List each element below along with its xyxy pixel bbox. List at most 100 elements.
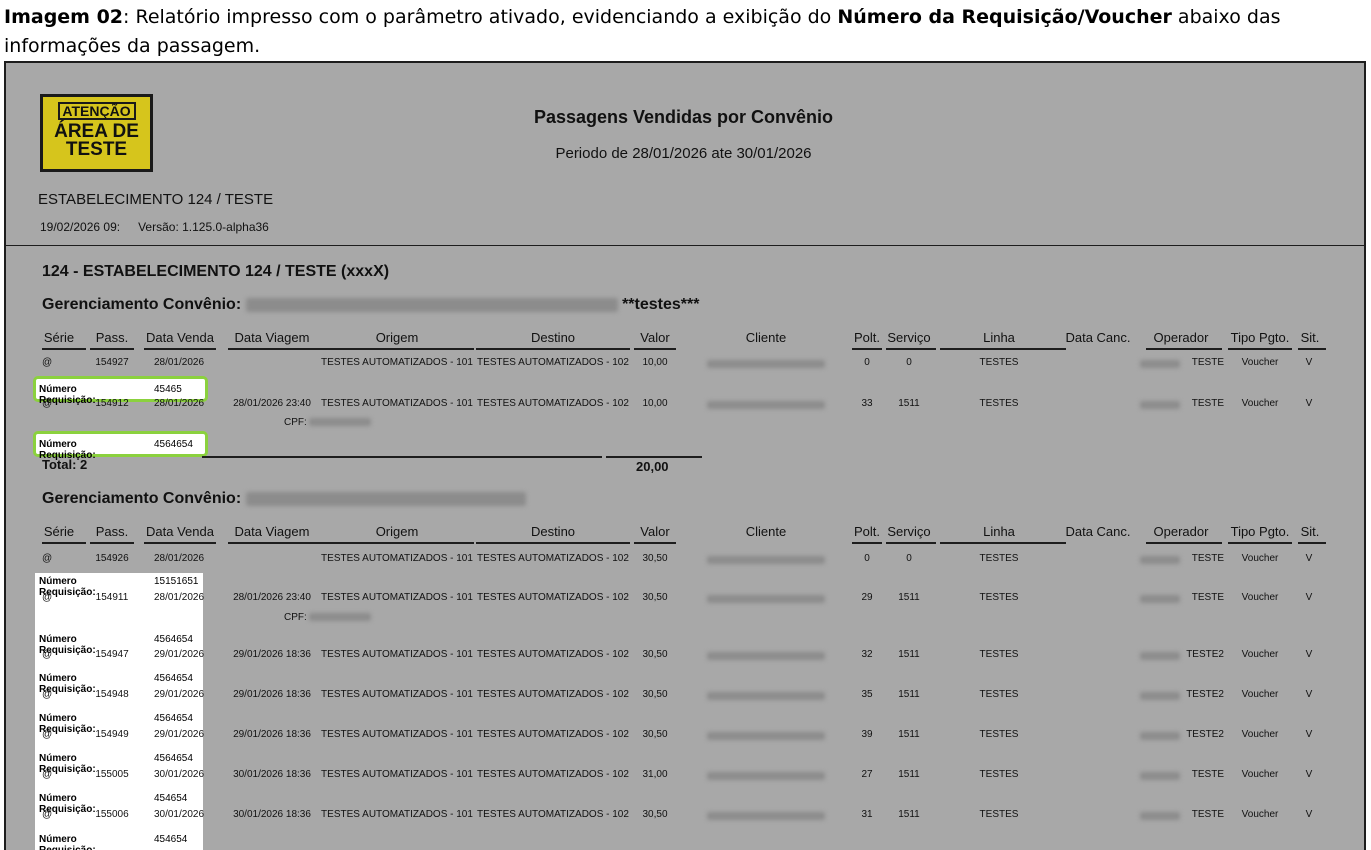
- cell-polt: 39: [861, 729, 873, 740]
- cell-serie: @: [42, 689, 53, 700]
- cell-serie: @: [42, 357, 53, 368]
- cell-data-venda: 29/01/2026: [153, 649, 205, 660]
- cell-data-venda: 28/01/2026: [153, 398, 205, 409]
- cell-tipo: Voucher: [1241, 553, 1279, 564]
- operator-name-redacted: [1140, 401, 1180, 409]
- column-header-valor: Valor: [640, 330, 670, 345]
- column-header-data-canc: Data Canc.: [1065, 524, 1131, 539]
- operator-name-redacted: [1140, 595, 1180, 603]
- header-rule: [42, 542, 86, 544]
- operator-name-redacted: [1140, 692, 1180, 700]
- cell-serie: @: [42, 729, 53, 740]
- table-row: @154911 28/01/2026 28/01/2026 23:40 TESTES …: [6, 592, 1364, 606]
- operator-name-redacted: [1140, 812, 1180, 820]
- cell-servico: 1511: [898, 592, 920, 603]
- cell-cliente-redacted: [696, 651, 836, 662]
- cell-valor: 10,00: [642, 398, 668, 409]
- convenio-name-redacted: [245, 297, 618, 312]
- column-header-cliente: Cliente: [745, 330, 787, 345]
- cell-data-viagem: 29/01/2026 18:36: [233, 729, 311, 740]
- header-rule: [940, 348, 1066, 350]
- header-rule: [144, 348, 216, 350]
- convenio-group-heading: Gerenciamento Convênio: **testes***: [42, 296, 699, 314]
- column-header-origem: Origem: [375, 330, 419, 345]
- cell-servico: 0: [906, 357, 912, 368]
- client-name-redacted: [707, 812, 825, 821]
- column-header-cliente: Cliente: [745, 524, 787, 539]
- column-header-data-venda: Data Venda: [146, 330, 214, 345]
- cell-sit: V: [1305, 689, 1313, 700]
- client-name-redacted: [707, 401, 825, 410]
- cell-linha: TESTES: [979, 809, 1019, 820]
- header-rule: [634, 348, 676, 350]
- cpf-label: CPF:: [284, 417, 307, 428]
- table-header: Série Pass. Data Venda Data Viagem Origem Des…: [6, 330, 1364, 350]
- cell-data-viagem: 30/01/2026 18:36: [233, 809, 311, 820]
- company-heading: 124 - ESTABELECIMENTO 124 / TESTE (xxxX): [42, 263, 390, 280]
- cell-data-viagem: 29/01/2026 18:36: [233, 649, 311, 660]
- cell-cliente-redacted: [696, 400, 836, 411]
- cell-valor: 10,00: [642, 357, 668, 368]
- table-row: @155006 30/01/2026 30/01/2026 18:36 TESTES …: [6, 809, 1364, 823]
- column-header-linha: Linha: [983, 524, 1015, 539]
- cell-valor: 30,50: [642, 592, 668, 603]
- cell-linha: TESTES: [979, 553, 1019, 564]
- header-rule: [320, 542, 474, 544]
- caption-bold: Número da Requisição/Voucher: [837, 6, 1172, 28]
- cell-serie: @: [42, 398, 53, 409]
- cell-tipo: Voucher: [1241, 769, 1279, 780]
- cell-destino: TESTES AUTOMATIZADOS - 102: [477, 769, 629, 780]
- column-header-servico: Serviço: [887, 524, 931, 539]
- cell-polt: 32: [861, 649, 873, 660]
- cell-polt: 27: [861, 769, 873, 780]
- cell-data-venda: 28/01/2026: [153, 357, 205, 368]
- client-name-redacted: [707, 595, 825, 604]
- total-value: 20,00: [636, 459, 669, 474]
- table-header: Série Pass. Data Venda Data Viagem Origem Des…: [6, 524, 1364, 544]
- cell-serie: @: [42, 649, 53, 660]
- cell-valor: 30,50: [642, 649, 668, 660]
- cpf-line: CPF:: [284, 417, 371, 428]
- convenio-suffix: **testes***: [622, 296, 700, 313]
- cell-data-venda: 30/01/2026: [153, 809, 205, 820]
- requisition-value: 4564654: [154, 439, 193, 450]
- cell-pass: 155006: [95, 809, 129, 820]
- column-header-destino: Destino: [530, 330, 576, 345]
- cell-origem: TESTES AUTOMATIZADOS - 101: [321, 649, 473, 660]
- table-row: @154912 28/01/2026 28/01/2026 23:40 TESTES …: [6, 398, 1364, 412]
- total-count: Total: 2: [42, 457, 88, 472]
- print-datetime: 19/02/2026 09:: [40, 220, 121, 234]
- report-period: Periodo de 28/01/2026 ate 30/01/2026: [555, 145, 812, 162]
- cell-tipo: Voucher: [1241, 398, 1279, 409]
- convenio-label: Gerenciamento Convênio:: [42, 490, 242, 507]
- caption-label: Imagem 02: [4, 6, 124, 28]
- cell-tipo: Voucher: [1241, 592, 1279, 603]
- requisition-value: 4564654: [154, 634, 193, 645]
- cell-valor: 30,50: [642, 729, 668, 740]
- operator-name-redacted: [1140, 772, 1180, 780]
- report-meta: 19/02/2026 09: Versão: 1.125.0-alpha36: [40, 220, 269, 234]
- convenio-label: Gerenciamento Convênio:: [42, 296, 242, 313]
- cell-origem: TESTES AUTOMATIZADOS - 101: [321, 357, 473, 368]
- column-header-origem: Origem: [375, 524, 419, 539]
- header-rule: [42, 348, 86, 350]
- column-header-polt: Polt.: [853, 524, 880, 539]
- cell-pass: 154912: [95, 398, 129, 409]
- cell-origem: TESTES AUTOMATIZADOS - 101: [321, 398, 473, 409]
- cell-pass: 154911: [95, 592, 129, 603]
- column-header-sit: Sit.: [1300, 330, 1320, 345]
- cell-cliente-redacted: [696, 555, 836, 566]
- cell-tipo: Voucher: [1241, 357, 1279, 368]
- cell-linha: TESTES: [979, 689, 1019, 700]
- column-header-data-venda: Data Venda: [146, 524, 214, 539]
- requisition-value: 4564654: [154, 673, 193, 684]
- report-frame: ATENÇÃO ÁREA DE TESTE Passagens Vendidas…: [4, 61, 1366, 850]
- cell-origem: TESTES AUTOMATIZADOS - 101: [321, 689, 473, 700]
- cell-pass: 154949: [95, 729, 129, 740]
- cell-polt: 35: [861, 689, 873, 700]
- total-rule: [606, 456, 702, 458]
- operator-name-redacted: [1140, 360, 1180, 368]
- cell-pass: 154947: [95, 649, 129, 660]
- cell-data-venda: 28/01/2026: [153, 592, 205, 603]
- cell-linha: TESTES: [979, 649, 1019, 660]
